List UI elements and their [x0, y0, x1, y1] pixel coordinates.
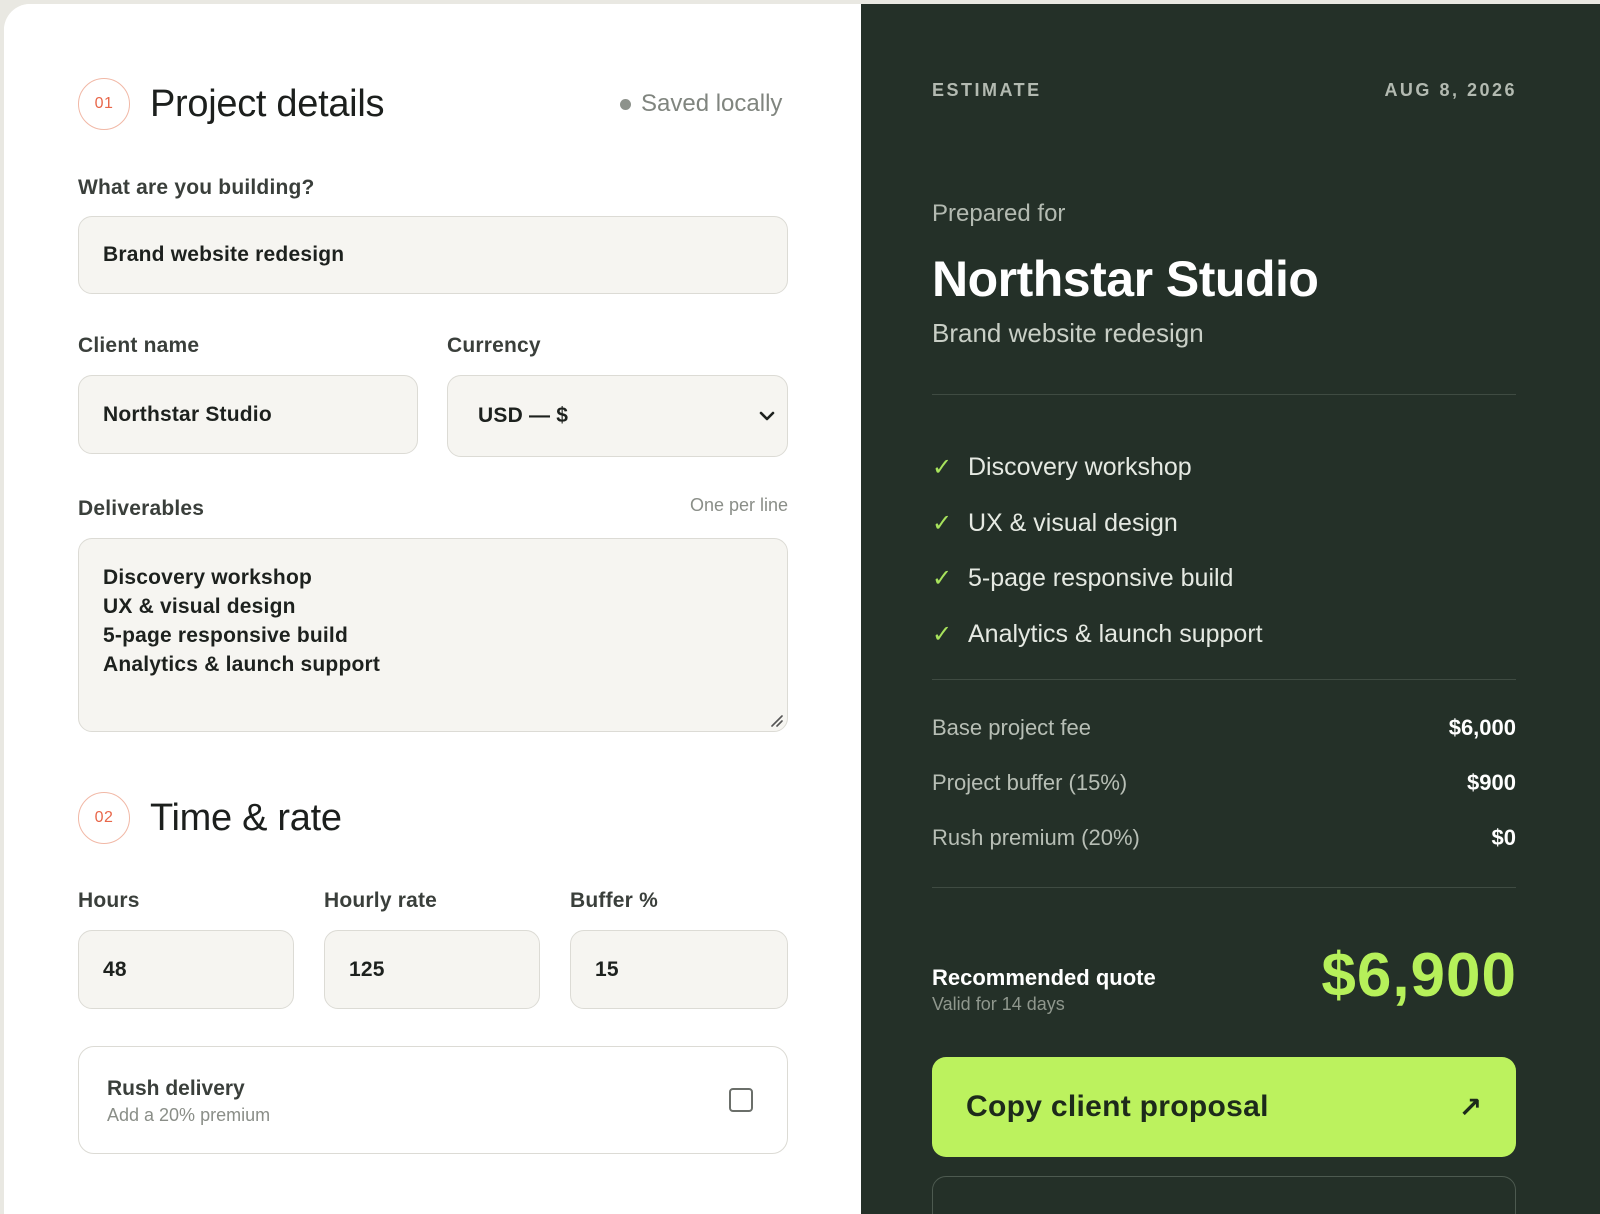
deliverables-textarea[interactable]: Discovery workshop UX & visual design 5-… [78, 538, 788, 732]
deliverable-line: UX & visual design [103, 595, 296, 618]
save-status-text: Saved locally [641, 90, 783, 117]
secondary-button[interactable] [932, 1176, 1516, 1214]
rush-subtitle: Add a 20% premium [107, 1105, 271, 1125]
resize-handle-icon[interactable] [769, 713, 783, 727]
currency-label: Currency [447, 334, 541, 357]
buffer-value: 15 [595, 957, 619, 981]
buffer-input[interactable]: 15 [570, 930, 788, 1009]
deliverable-text: UX & visual design [968, 508, 1178, 537]
checkmark-icon: ✓ [932, 509, 953, 537]
step-badge: 01 [78, 78, 130, 130]
quote-validity: Valid for 14 days [932, 994, 1065, 1014]
copy-proposal-button[interactable]: Copy client proposal ↗ [932, 1057, 1516, 1157]
line-item-label: Rush premium (20%) [932, 825, 1140, 850]
deliverables-label: Deliverables [78, 497, 205, 520]
checkmark-icon: ✓ [932, 620, 953, 648]
section-title: Project details [150, 82, 385, 125]
status-dot-icon [620, 98, 631, 110]
step-badge: 02 [78, 792, 130, 844]
rush-delivery-card[interactable]: Rush delivery Add a 20% premium [78, 1046, 788, 1154]
hourly-rate-input[interactable]: 125 [324, 930, 540, 1009]
project-subtitle: Brand website redesign [932, 318, 1204, 348]
section-time-rate: 02 Time & rate [78, 792, 342, 844]
line-item-value: $6,000 [1448, 715, 1516, 740]
list-item: ✓ Analytics & launch support [932, 607, 1263, 663]
section-project-details: 01 Project details [78, 78, 384, 130]
form-panel: 01 Project details Saved locally What ar… [4, 4, 861, 1214]
line-item-label: Base project fee [932, 715, 1091, 740]
deliverable-text: Discovery workshop [968, 453, 1192, 482]
deliverable-text: Analytics & launch support [968, 619, 1263, 648]
currency-select[interactable]: USD — $ [447, 375, 788, 457]
deliverables-hint: One per line [689, 495, 788, 515]
arrow-up-right-icon: ↗ [1458, 1091, 1482, 1123]
client-heading: Northstar Studio [932, 251, 1319, 307]
rush-checkbox[interactable] [729, 1088, 753, 1112]
chevron-down-icon [759, 411, 775, 421]
estimate-eyebrow: ESTIMATE [932, 80, 1042, 100]
line-item-buffer: Project buffer (15%) $900 [932, 770, 1516, 796]
line-item-value: $0 [1491, 825, 1516, 850]
buffer-label: Buffer % [570, 889, 658, 912]
hours-label: Hours [78, 889, 140, 912]
section-title: Time & rate [150, 796, 342, 839]
divider [932, 394, 1516, 395]
line-item-base-fee: Base project fee $6,000 [932, 715, 1516, 741]
hourly-rate-label: Hourly rate [324, 889, 438, 912]
hourly-rate-value: 125 [349, 957, 385, 981]
estimate-date: AUG 8, 2026 [1384, 80, 1517, 100]
line-item-rush: Rush premium (20%) $0 [932, 825, 1516, 851]
client-name-value: Northstar Studio [103, 402, 272, 426]
deliverable-line: Discovery workshop [103, 566, 313, 589]
estimator-card: 01 Project details Saved locally What ar… [4, 4, 1600, 1214]
estimate-panel: ESTIMATE AUG 8, 2026 Prepared for Norths… [861, 4, 1600, 1214]
checkmark-icon: ✓ [932, 454, 953, 482]
list-item: ✓ 5-page responsive build [932, 551, 1263, 607]
currency-value: USD — $ [478, 404, 569, 427]
save-status: Saved locally [620, 90, 782, 118]
divider [932, 679, 1516, 680]
checkmark-icon: ✓ [932, 565, 953, 593]
list-item: ✓ UX & visual design [932, 496, 1263, 552]
recommended-quote-label: Recommended quote [932, 965, 1156, 990]
deliverable-text: 5-page responsive build [968, 564, 1234, 593]
client-name-input[interactable]: Northstar Studio [78, 375, 418, 454]
hours-value: 48 [103, 957, 127, 981]
copy-proposal-label: Copy client proposal [966, 1090, 1269, 1123]
project-name-value: Brand website redesign [103, 243, 345, 266]
deliverable-line: Analytics & launch support [103, 653, 381, 676]
deliverables-summary: ✓ Discovery workshop ✓ UX & visual desig… [932, 440, 1263, 662]
client-name-label: Client name [78, 334, 200, 357]
line-item-value: $900 [1467, 770, 1516, 795]
project-name-input[interactable]: Brand website redesign [78, 216, 788, 294]
rush-title: Rush delivery [107, 1077, 245, 1100]
list-item: ✓ Discovery workshop [932, 440, 1263, 496]
building-label: What are you building? [78, 176, 315, 199]
deliverable-line: 5-page responsive build [103, 624, 348, 647]
line-item-label: Project buffer (15%) [932, 770, 1128, 795]
hours-input[interactable]: 48 [78, 930, 294, 1009]
prepared-for-label: Prepared for [932, 200, 1066, 227]
divider [932, 887, 1516, 888]
quote-total: $6,900 [1321, 941, 1517, 1010]
